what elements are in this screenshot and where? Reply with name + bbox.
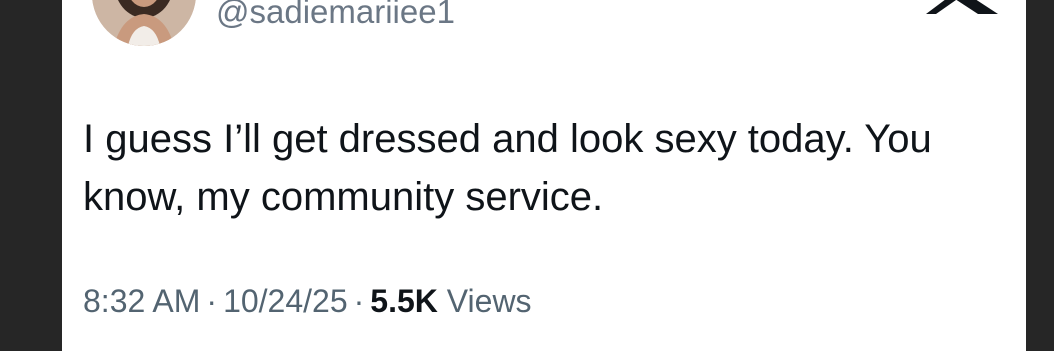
avatar[interactable] [92,0,196,46]
separator-dot: · [206,283,218,319]
profile-photo [92,0,196,46]
views-count[interactable]: 5.5K [370,283,438,319]
tweet-metadata: 8:32 AM · 10/24/25 · 5.5K Views [83,281,532,321]
tweet-card: @sadiemariiee1 I guess I’ll get dressed … [62,0,1026,351]
tweet-date[interactable]: 10/24/25 [223,283,348,319]
user-handle[interactable]: @sadiemariiee1 [216,0,455,32]
x-logo-icon[interactable] [922,0,1002,14]
separator-dot: · [353,283,365,319]
tweet-time[interactable]: 8:32 AM [83,283,200,319]
tweet-text: I guess I’ll get dressed and look sexy t… [83,117,932,219]
views-label: Views [446,283,532,319]
screenshot-frame: @sadiemariiee1 I guess I’ll get dressed … [0,0,1054,351]
